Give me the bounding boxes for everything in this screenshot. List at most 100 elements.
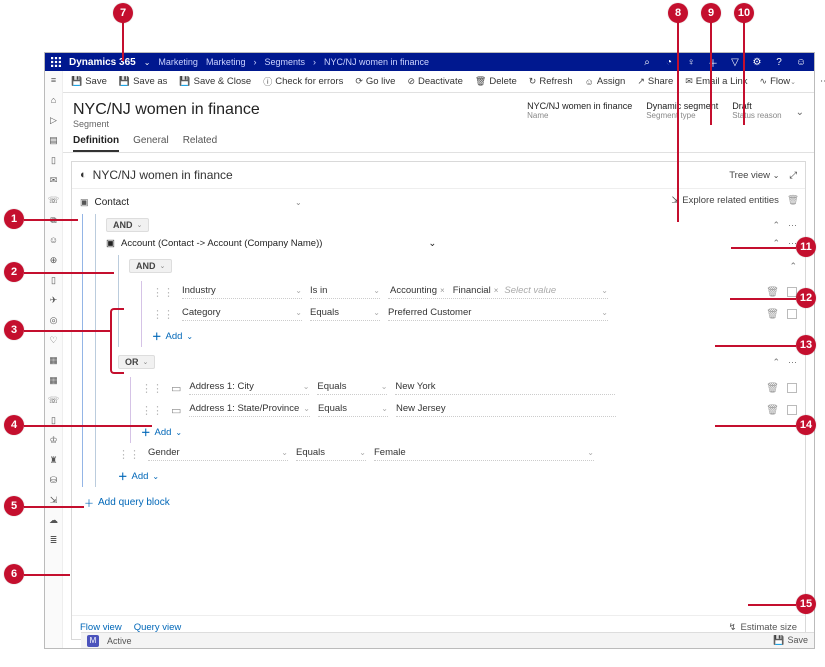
explore-related-button[interactable]: ⇲Explore related entities (671, 195, 779, 206)
value-input[interactable]: New York (395, 381, 615, 395)
email-link-button[interactable]: ✉Email a Link (685, 76, 747, 87)
deactivate-button[interactable]: ⊘Deactivate (407, 76, 462, 87)
nav-export-icon[interactable]: ⇲ (50, 495, 58, 505)
nav-person-icon[interactable]: ☺ (49, 235, 58, 245)
operator-select[interactable]: Is in⌄ (310, 285, 380, 299)
search-icon[interactable]: ⌕ (640, 57, 654, 68)
nav-target-icon[interactable]: ◎ (50, 315, 58, 325)
nav-file-icon[interactable]: ▯ (51, 415, 56, 425)
collapse-icon[interactable]: ⌃ (789, 261, 797, 272)
nav-heart-icon[interactable]: ♡ (49, 335, 57, 345)
overflow-button[interactable]: ⋯ (820, 76, 825, 87)
add-clause-button[interactable]: ＋Add⌄ (141, 421, 797, 443)
add-clause-button[interactable]: ＋Add⌄ (152, 325, 797, 347)
more-icon[interactable]: ⋯ (788, 220, 797, 231)
check-errors-button[interactable]: ⓘCheck for errors (263, 75, 343, 88)
nav-tile-icon[interactable]: ▤ (49, 135, 58, 145)
brand-name[interactable]: Dynamics 365 (69, 57, 136, 68)
operator-select[interactable]: Equals⌄ (296, 447, 366, 461)
save-close-button[interactable]: 💾Save & Close (179, 76, 251, 87)
delete-block-icon[interactable]: 🗑 (787, 195, 799, 206)
value-select[interactable]: Female⌄ (374, 447, 594, 461)
collapse-icon[interactable]: ⌃ (772, 220, 780, 231)
nav-doc-icon[interactable]: ▯ (51, 155, 56, 165)
operator-select[interactable]: Equals⌄ (318, 403, 388, 417)
nav-cal2-icon[interactable]: ▦ (49, 375, 58, 385)
nav-globe-icon[interactable]: ⊕ (50, 255, 58, 265)
drag-handle-icon[interactable]: ⋮⋮ (141, 382, 163, 395)
app-launcher-icon[interactable] (51, 57, 61, 67)
bulb-icon[interactable]: ♀ (684, 57, 698, 68)
refresh-button[interactable]: ↻Refresh (529, 76, 573, 87)
value-input[interactable]: New Jersey (396, 403, 616, 417)
user-icon[interactable]: ☺ (794, 57, 808, 68)
group2-operator[interactable]: AND⌄ (129, 259, 172, 273)
delete-clause-icon[interactable]: 🗑 (766, 309, 779, 320)
nav-menu-icon[interactable]: ≡ (51, 75, 56, 85)
value-select[interactable]: Preferred Customer⌄ (388, 307, 608, 321)
remove-chip-icon[interactable]: × (440, 286, 445, 295)
select-clause-checkbox[interactable] (787, 309, 797, 319)
drag-handle-icon[interactable]: ⋮⋮ (118, 448, 140, 461)
field-select[interactable]: Address 1: City⌄ (189, 381, 309, 395)
nav-struct-icon[interactable]: ♜ (49, 455, 57, 465)
assign-button[interactable]: ☺Assign (585, 76, 626, 87)
field-select[interactable]: Category⌄ (182, 307, 302, 321)
nav-page-icon[interactable]: ▯ (51, 275, 56, 285)
persona-badge[interactable]: M (87, 635, 99, 647)
view-mode-switch[interactable]: Tree view ⌄ (729, 170, 779, 181)
nav-org-icon[interactable]: ♔ (49, 435, 57, 445)
value-multiselect[interactable]: Accounting× Financial× Select value ⌄ (388, 285, 608, 299)
nav-voice-icon[interactable]: ☏ (48, 395, 59, 405)
operator-select[interactable]: Equals⌄ (317, 381, 387, 395)
save-button[interactable]: 💾Save (71, 76, 107, 87)
area-name[interactable]: Marketing (158, 57, 198, 67)
add-query-block-button[interactable]: ＋Add query block (80, 487, 797, 514)
tab-definition[interactable]: Definition (73, 135, 119, 152)
breadcrumb-0[interactable]: Marketing (206, 57, 246, 67)
drag-handle-icon[interactable]: ⋮⋮ (152, 308, 174, 321)
more-icon[interactable]: ⋯ (788, 357, 797, 368)
field-select[interactable]: Gender⌄ (148, 447, 288, 461)
sub-entity-row[interactable]: ▣ Account (Contact -> Account (Company N… (106, 236, 797, 251)
breadcrumb-1[interactable]: Segments (264, 57, 305, 67)
drag-handle-icon[interactable]: ⋮⋮ (141, 404, 163, 417)
value-chip[interactable]: Accounting× (388, 285, 447, 296)
nav-phone-icon[interactable]: ☏ (48, 195, 59, 205)
delete-clause-icon[interactable]: 🗑 (766, 383, 779, 394)
delete-clause-icon[interactable]: 🗑 (766, 405, 779, 416)
expand-header-icon[interactable]: ⌄ (796, 101, 804, 118)
delete-button[interactable]: 🗑Delete (475, 76, 517, 87)
nav-cal-icon[interactable]: ▦ (49, 355, 58, 365)
flow-button[interactable]: ∿Flow ⌄ (760, 76, 796, 87)
nav-play-icon[interactable]: ▷ (50, 115, 57, 125)
fullscreen-icon[interactable]: ⤢ (789, 170, 797, 181)
operator-select[interactable]: Equals⌄ (310, 307, 380, 321)
field-select[interactable]: Industry⌄ (182, 285, 302, 299)
chevron-down-icon[interactable]: ⌄ (144, 58, 151, 67)
drag-handle-icon[interactable]: ⋮⋮ (152, 286, 174, 299)
tab-general[interactable]: General (133, 135, 169, 152)
add-clause-button[interactable]: ＋Add⌄ (118, 465, 797, 487)
task-icon[interactable]: ◔ (662, 57, 676, 68)
share-button[interactable]: ↗Share (637, 76, 673, 87)
breadcrumb-2[interactable]: NYC/NJ women in finance (324, 57, 429, 67)
collapse-icon[interactable]: ⌃ (772, 357, 780, 368)
nav-db-icon[interactable]: ⛁ (50, 475, 58, 485)
nav-cloud-icon[interactable]: ☁ (49, 515, 58, 525)
field-select[interactable]: Address 1: State/Province⌄ (189, 403, 310, 417)
remove-chip-icon[interactable]: × (494, 286, 499, 295)
group1-operator[interactable]: AND⌄ (106, 218, 149, 232)
nav-stack-icon[interactable]: ≣ (50, 535, 58, 545)
filter-icon[interactable]: ▽ (728, 57, 742, 68)
select-clause-checkbox[interactable] (787, 405, 797, 415)
delete-clause-icon[interactable]: 🗑 (766, 287, 779, 298)
nav-home-icon[interactable]: ⌂ (51, 95, 56, 105)
nav-send-icon[interactable]: ✈ (50, 295, 58, 305)
select-clause-checkbox[interactable] (787, 383, 797, 393)
save-as-button[interactable]: 💾Save as (119, 76, 168, 87)
value-chip[interactable]: Financial× (451, 285, 501, 296)
footer-save-button[interactable]: 💾Save (773, 635, 808, 646)
nav-mail-icon[interactable]: ✉ (50, 175, 58, 185)
add-icon[interactable]: ＋ (706, 55, 720, 70)
